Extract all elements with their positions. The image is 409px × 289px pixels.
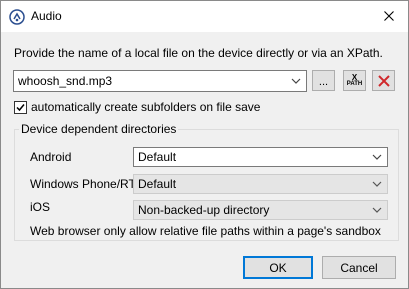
file-path-combobox[interactable]: whoosh_snd.mp3: [13, 70, 307, 92]
ios-directory-value: Non-backed-up directory: [138, 203, 270, 217]
android-label: Android: [30, 150, 72, 164]
chevron-down-icon: [372, 181, 382, 187]
subfolders-checkbox[interactable]: [14, 101, 27, 114]
group-title: Device dependent directories: [19, 122, 179, 136]
title-bar: Audio: [1, 1, 408, 32]
android-directory-value: Default: [138, 150, 177, 164]
cancel-label: Cancel: [340, 260, 378, 275]
windows-phone-directory-combobox[interactable]: Default: [133, 174, 388, 194]
chevron-down-icon: [372, 154, 382, 160]
xpath-label-bottom: PATH: [346, 80, 363, 87]
subfolders-label: automatically create subfolders on file …: [31, 100, 261, 114]
audio-app-icon: [9, 9, 25, 25]
close-icon: [384, 11, 394, 21]
xpath-button[interactable]: X PATH: [343, 70, 366, 91]
xpath-icon: X PATH: [346, 72, 363, 88]
android-directory-combobox[interactable]: Default: [133, 147, 388, 167]
chevron-down-icon: [291, 78, 301, 84]
audio-dialog: Audio Provide the name of a local file o…: [0, 0, 409, 289]
sandbox-note: Web browser only allow relative file pat…: [30, 224, 381, 238]
delete-x-icon: [377, 74, 390, 87]
close-button[interactable]: [376, 5, 402, 27]
dialog-body: Provide the name of a local file on the …: [1, 32, 408, 288]
ios-directory-combobox[interactable]: Non-backed-up directory: [133, 200, 388, 220]
windows-phone-label: Windows Phone/RT: [30, 177, 136, 191]
windows-phone-directory-value: Default: [138, 177, 177, 191]
instruction-text: Provide the name of a local file on the …: [14, 46, 383, 60]
browse-button[interactable]: ...: [312, 70, 335, 91]
browse-label: ...: [318, 75, 329, 88]
delete-button[interactable]: [372, 70, 395, 91]
ios-label: iOS: [30, 200, 51, 214]
chevron-down-icon: [372, 207, 382, 213]
file-path-value: whoosh_snd.mp3: [18, 74, 113, 88]
ok-button[interactable]: OK: [243, 256, 313, 279]
xpath-label-top: X: [351, 72, 358, 82]
ok-label: OK: [269, 260, 287, 275]
cancel-button[interactable]: Cancel: [322, 256, 396, 279]
window-title: Audio: [31, 9, 62, 23]
checkmark-icon: [16, 104, 25, 112]
